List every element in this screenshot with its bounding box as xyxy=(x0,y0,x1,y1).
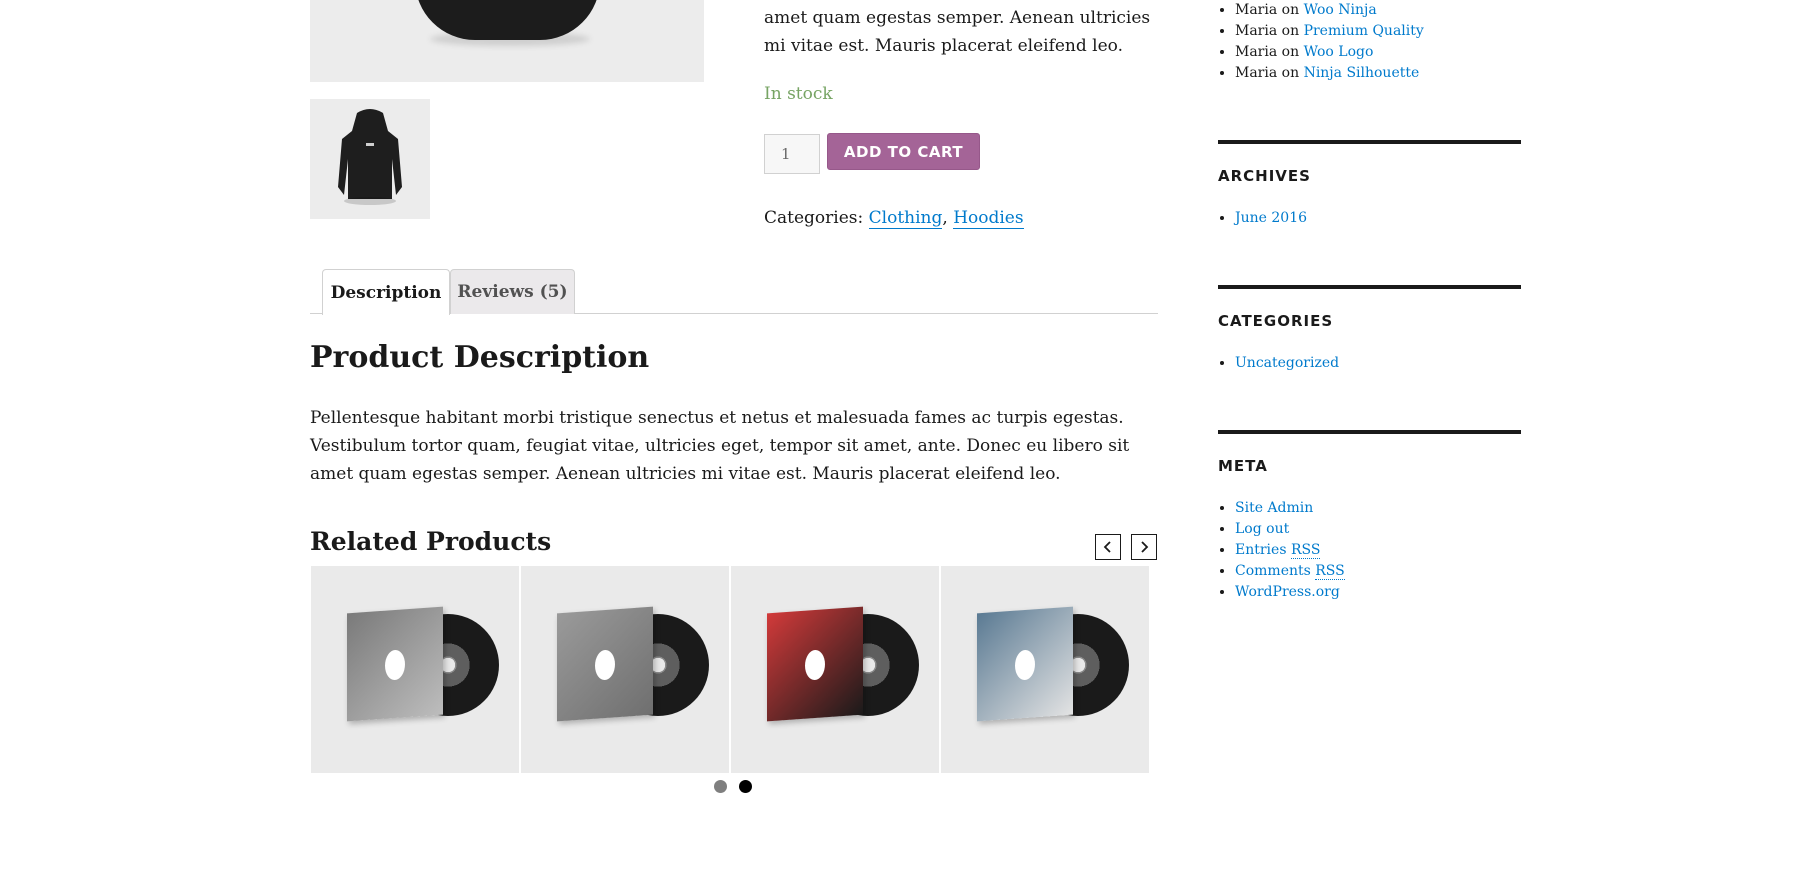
comment-on-word: on xyxy=(1281,65,1300,81)
list-item: Log out xyxy=(1235,519,1345,540)
product-summary: amet quam egestas semper. Aenean ultrici… xyxy=(764,4,1164,60)
album-sleeve-image xyxy=(347,606,443,722)
product-description-heading: Product Description xyxy=(310,340,650,375)
comment-author: Maria xyxy=(1235,44,1278,60)
archives-title: ARCHIVES xyxy=(1218,167,1311,185)
list-item: Maria on Woo Ninja xyxy=(1235,0,1424,21)
entries-rss-text: Entries xyxy=(1235,542,1291,558)
meta-title: META xyxy=(1218,457,1268,475)
widget-divider xyxy=(1218,140,1521,144)
quantity-input[interactable]: 1 xyxy=(764,134,820,174)
list-item: Comments RSS xyxy=(1235,561,1345,582)
comment-on-word: on xyxy=(1281,23,1300,39)
categories-title: CATEGORIES xyxy=(1218,312,1334,330)
hoodie-thumbnail-image xyxy=(338,109,402,205)
comment-post-link[interactable]: Ninja Silhouette xyxy=(1304,65,1420,81)
comment-author: Maria xyxy=(1235,65,1278,81)
product-thumbnail[interactable] xyxy=(310,99,430,219)
category-separator: , xyxy=(942,208,954,228)
category-link-hoodies[interactable]: Hoodies xyxy=(953,208,1024,229)
list-item: June 2016 xyxy=(1235,208,1307,229)
album-sleeve-image xyxy=(767,606,863,722)
stock-status: In stock xyxy=(764,84,833,104)
sleeve-hole xyxy=(385,649,405,681)
slider-next-button[interactable] xyxy=(1131,534,1157,560)
chevron-right-icon xyxy=(1141,541,1149,553)
log-out-link[interactable]: Log out xyxy=(1235,521,1289,537)
widget-divider xyxy=(1218,430,1521,434)
wordpress-org-link[interactable]: WordPress.org xyxy=(1235,584,1340,600)
product-short-description: amet quam egestas semper. Aenean ultrici… xyxy=(764,8,1151,56)
comment-on-word: on xyxy=(1281,2,1300,18)
comment-author: Maria xyxy=(1235,23,1278,39)
widget-divider xyxy=(1218,285,1521,289)
product-description-text: Pellentesque habitant morbi tristique se… xyxy=(310,408,1130,484)
list-item: Entries RSS xyxy=(1235,540,1345,561)
category-link[interactable]: Uncategorized xyxy=(1235,355,1339,371)
list-item: WordPress.org xyxy=(1235,582,1345,603)
sleeve-hole xyxy=(805,649,825,681)
sleeve-hole xyxy=(595,649,615,681)
rss-abbr: RSS xyxy=(1315,563,1345,580)
related-product-card[interactable] xyxy=(941,566,1149,773)
related-product-card[interactable] xyxy=(731,566,939,773)
list-item: Uncategorized xyxy=(1235,353,1339,374)
slider-prev-button[interactable] xyxy=(1095,534,1121,560)
comments-rss-link[interactable]: Comments RSS xyxy=(1235,563,1345,580)
category-link-clothing[interactable]: Clothing xyxy=(868,208,943,229)
meta-list: Site Admin Log out Entries RSS Comments … xyxy=(1218,498,1345,603)
related-product-card[interactable] xyxy=(311,566,519,773)
product-categories: Categories: Clothing, Hoodies xyxy=(764,208,1024,229)
album-sleeve-image xyxy=(977,606,1073,722)
categories-list: Uncategorized xyxy=(1218,353,1339,374)
comment-post-link[interactable]: Premium Quality xyxy=(1304,23,1424,39)
product-main-image[interactable] xyxy=(310,0,704,82)
list-item: Maria on Ninja Silhouette xyxy=(1235,63,1424,84)
site-admin-link[interactable]: Site Admin xyxy=(1235,500,1313,516)
list-item: Maria on Premium Quality xyxy=(1235,21,1424,42)
recent-comments-list: Maria on Woo Ninja Maria on Premium Qual… xyxy=(1218,0,1424,84)
slider-pagination xyxy=(714,780,752,793)
comment-on-word: on xyxy=(1281,44,1300,60)
tab-reviews[interactable]: Reviews (5) xyxy=(450,269,575,314)
add-to-cart-button[interactable]: ADD TO CART xyxy=(827,133,980,170)
archive-link[interactable]: June 2016 xyxy=(1235,210,1307,226)
comment-post-link[interactable]: Woo Ninja xyxy=(1304,2,1377,18)
entries-rss-link[interactable]: Entries RSS xyxy=(1235,542,1321,559)
comment-author: Maria xyxy=(1235,2,1278,18)
comments-rss-text: Comments xyxy=(1235,563,1316,579)
list-item: Maria on Woo Logo xyxy=(1235,42,1424,63)
categories-label: Categories: xyxy=(764,208,864,228)
album-sleeve-image xyxy=(557,606,653,722)
chevron-left-icon xyxy=(1103,541,1111,553)
related-product-card[interactable] xyxy=(521,566,729,773)
archives-list: June 2016 xyxy=(1218,208,1307,229)
list-item: Site Admin xyxy=(1235,498,1345,519)
slider-dot-active[interactable] xyxy=(739,780,752,793)
rss-abbr: RSS xyxy=(1290,542,1321,559)
related-products-heading: Related Products xyxy=(310,527,552,556)
sleeve-hole xyxy=(1015,649,1035,681)
slider-dot[interactable] xyxy=(714,780,727,793)
comment-post-link[interactable]: Woo Logo xyxy=(1304,44,1374,60)
tab-description[interactable]: Description xyxy=(322,269,450,315)
